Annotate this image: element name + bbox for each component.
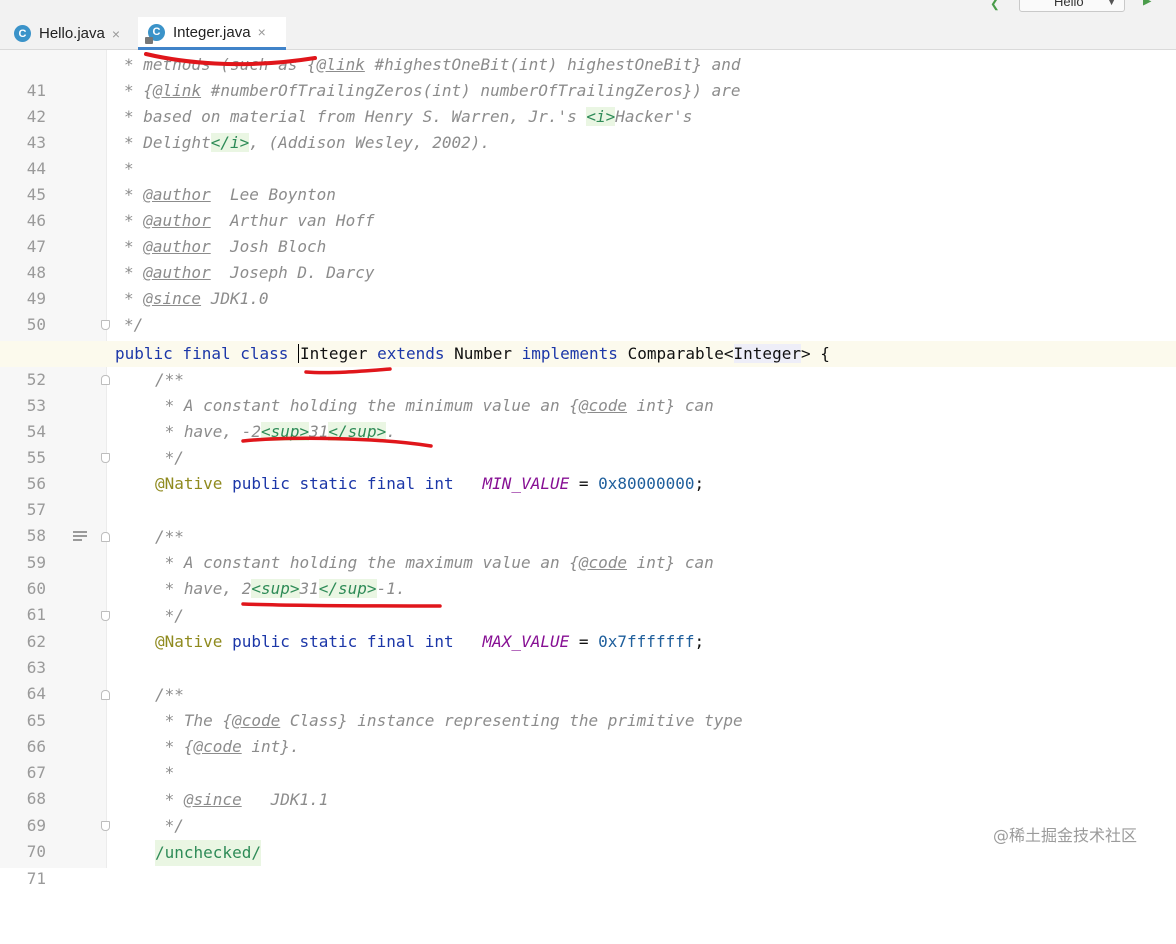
code-line-current: 52 public final class Integer extends Nu… <box>0 341 1176 389</box>
back-arrow-icon[interactable]: ❮ <box>990 0 1000 13</box>
editor-tab-bar: C Hello.java × C Integer.java × <box>0 17 1176 50</box>
code-text: * <box>155 763 175 782</box>
fold-start-icon[interactable] <box>101 532 110 542</box>
class-icon: C <box>14 25 31 42</box>
code-text: * <box>124 159 134 178</box>
code-text: * A constant holding the minimum value a… <box>155 396 714 415</box>
code-line: 63 @Native public static final int MAX_V… <box>0 629 1176 677</box>
code-line: 57 @Native public static final int MIN_V… <box>0 471 1176 519</box>
tab-integer-java[interactable]: C Integer.java × <box>138 17 286 50</box>
code-text: * @author Josh Bloch <box>124 237 327 256</box>
code-text: */ <box>155 448 184 467</box>
code-text: * @author Joseph D. Darcy <box>124 263 375 282</box>
code-line: 53 /** <box>0 367 1176 415</box>
code-text: /** <box>155 685 184 704</box>
code-text: /** <box>155 527 184 546</box>
fold-end-icon[interactable] <box>101 320 110 330</box>
code-text: * The {@code Class} instance representin… <box>155 711 743 730</box>
code-text: * @since JDK1.0 <box>124 289 269 308</box>
code-line: 66 * The {@code Class} instance represen… <box>0 708 1176 756</box>
tab-label: Integer.java <box>173 23 251 41</box>
code-line: 61 * have, 2<sup>31</sup>-1. <box>0 576 1176 624</box>
code-line: 64 <box>0 655 1176 703</box>
code-editor[interactable]: 41 * methods (such as {@link #highestOne… <box>0 50 1176 888</box>
code-text: /** <box>155 370 184 389</box>
code-line: 58 <box>0 497 1176 545</box>
class-readonly-icon: C <box>145 23 165 44</box>
fold-end-icon[interactable] <box>101 821 110 831</box>
code-line: 41 * methods (such as {@link #highestOne… <box>0 52 1176 100</box>
code-line: 56 */ <box>0 445 1176 493</box>
fold-end-icon[interactable] <box>101 453 110 463</box>
tab-hello-java[interactable]: C Hello.java × <box>14 17 138 50</box>
code-line: 48 * @author Josh Bloch <box>0 234 1176 282</box>
code-text: */ <box>155 606 184 625</box>
code-line: 50 * @since JDK1.0 <box>0 286 1176 334</box>
watermark: @稀土掘金技术社区 <box>993 826 1138 845</box>
code-text: * @since JDK1.1 <box>155 790 329 809</box>
code-text: */ <box>155 816 184 835</box>
code-line: 47 * @author Arthur van Hoff <box>0 208 1176 256</box>
fold-end-icon[interactable] <box>101 611 110 621</box>
code-text: * {@code int}. <box>155 737 300 756</box>
code-text: * have, -2<sup>31</sup>. <box>155 422 396 441</box>
code-line: 54 * A constant holding the minimum valu… <box>0 393 1176 441</box>
tab-label: Hello.java <box>39 25 105 42</box>
code-text: @Native public static final int MIN_VALU… <box>155 474 705 493</box>
code-line: 42 * {@link #numberOfTrailingZeros(int) … <box>0 78 1176 126</box>
close-icon[interactable]: × <box>258 24 266 40</box>
code-text: public final class Integer extends Numbe… <box>115 344 830 363</box>
code-line: 55 * have, -2<sup>31</sup>. <box>0 419 1176 467</box>
fold-start-icon[interactable] <box>101 690 110 700</box>
code-line: 59 /** <box>0 524 1176 572</box>
code-line: 46 * @author Lee Boynton <box>0 182 1176 230</box>
close-icon[interactable]: × <box>112 26 120 42</box>
code-line: 65 /** <box>0 682 1176 730</box>
code-line: 67 * {@code int}. <box>0 734 1176 782</box>
code-line: 43 * based on material from Henry S. War… <box>0 104 1176 152</box>
code-text: * @author Arthur van Hoff <box>124 211 375 230</box>
run-config-label: Hello <box>1054 0 1084 9</box>
code-line: 45 * <box>0 156 1176 204</box>
line-number: 71 <box>26 869 46 888</box>
run-config-selector[interactable]: Hello ▼ <box>1019 0 1125 12</box>
code-line: 62 */ <box>0 603 1176 651</box>
code-line: 51 */ <box>0 312 1176 360</box>
code-text: /unchecked/ <box>155 840 261 866</box>
code-line: 69 * @since JDK1.1 <box>0 787 1176 835</box>
rendered-doc-toggle-icon[interactable] <box>73 531 87 543</box>
chevron-down-icon: ▼ <box>1107 0 1116 7</box>
code-line: 44 * Delight</i>, (Addison Wesley, 2002)… <box>0 130 1176 178</box>
code-text: */ <box>124 315 144 334</box>
code-text: * @author Lee Boynton <box>124 185 336 204</box>
code-text: * based on material from Henry S. Warren… <box>124 107 693 126</box>
run-icon[interactable]: ▶ <box>1143 0 1151 9</box>
text-caret <box>298 344 300 363</box>
fold-start-icon[interactable] <box>101 375 110 385</box>
code-line: 49 * @author Joseph D. Darcy <box>0 260 1176 308</box>
code-text: * have, 2<sup>31</sup>-1. <box>155 579 406 598</box>
code-text: * Delight</i>, (Addison Wesley, 2002). <box>124 133 491 152</box>
code-line: 68 * <box>0 760 1176 808</box>
code-text: * A constant holding the maximum value a… <box>155 553 714 572</box>
code-text: * {@link #numberOfTrailingZeros(int) num… <box>124 81 741 100</box>
code-line: 60 * A constant holding the maximum valu… <box>0 550 1176 598</box>
code-text: @Native public static final int MAX_VALU… <box>155 632 705 651</box>
code-text: * methods (such as {@link #highestOneBit… <box>124 55 741 74</box>
top-toolbar: ❮ Hello ▼ ▶ <box>0 0 1176 17</box>
